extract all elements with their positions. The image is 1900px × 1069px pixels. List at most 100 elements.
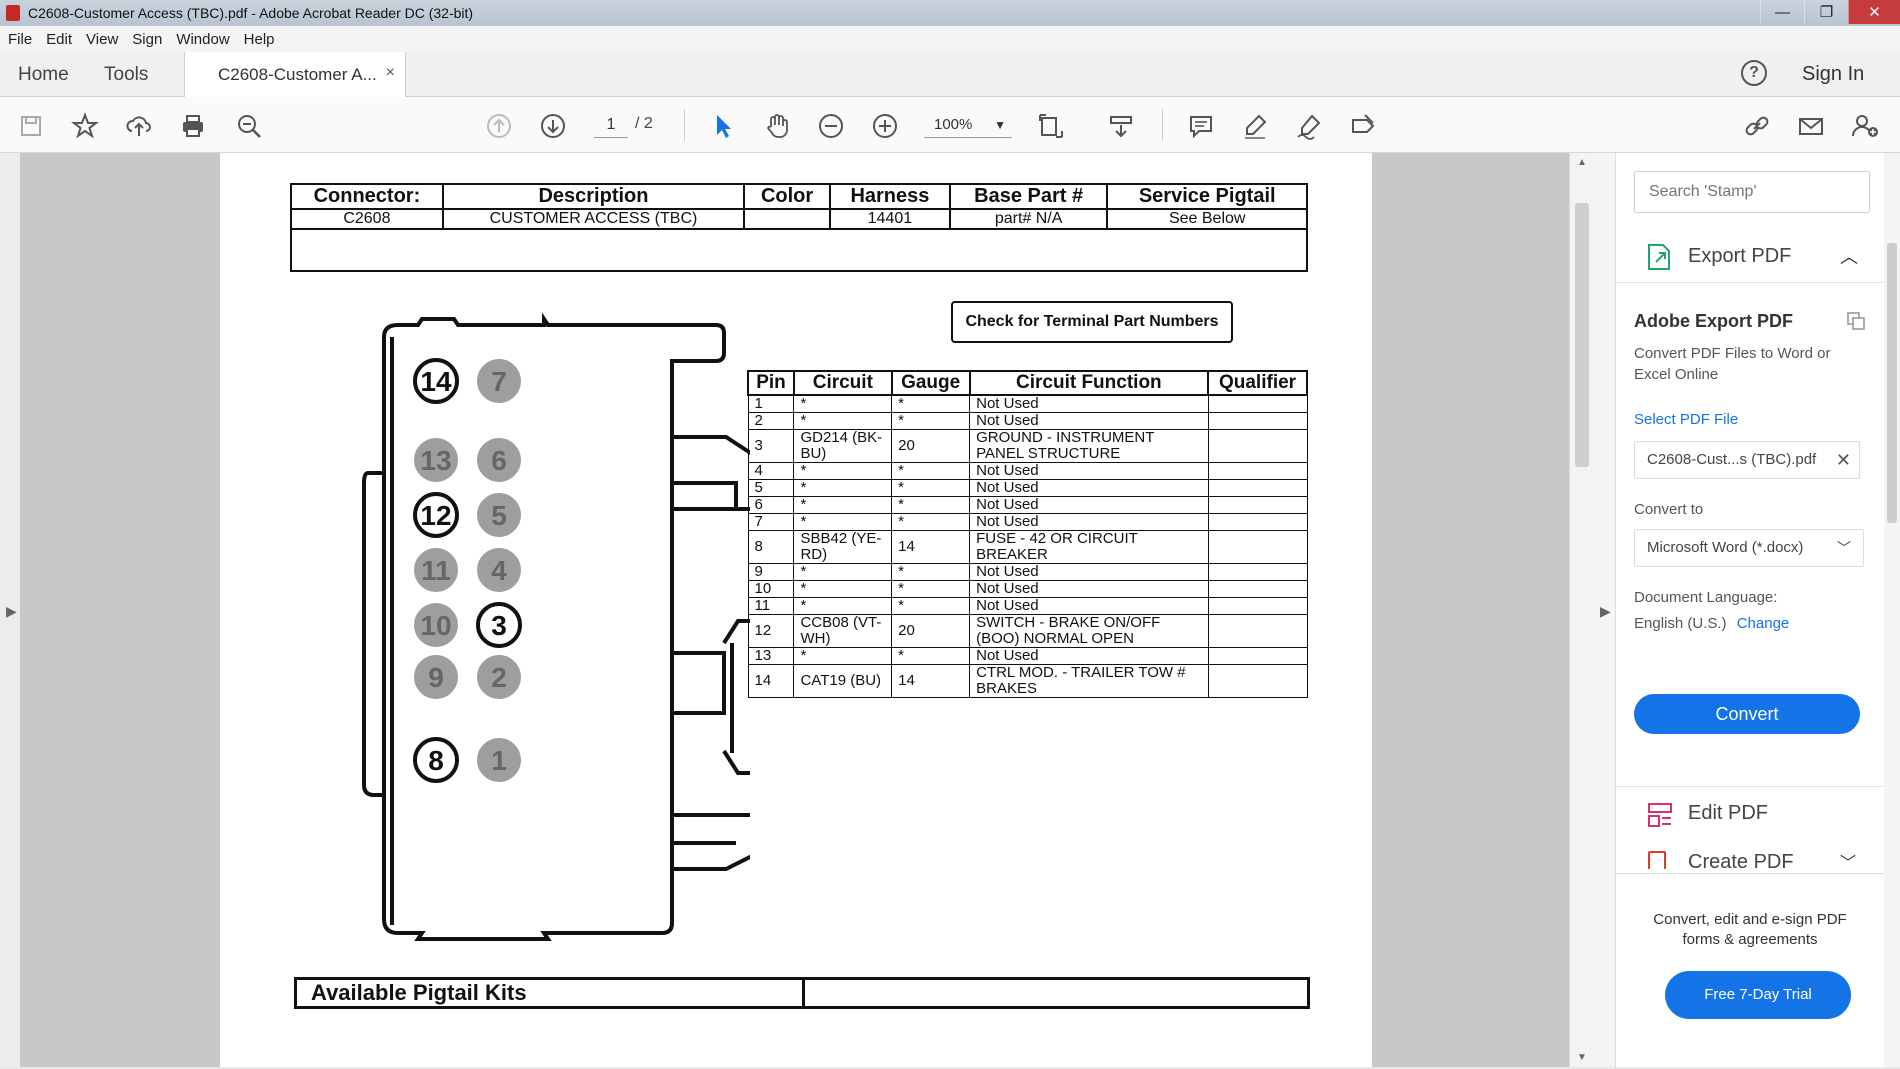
- convert-format-select[interactable]: Microsoft Word (*.docx) ﹀: [1634, 529, 1864, 567]
- pin-cell-circuit: *: [793, 513, 893, 531]
- previous-page-icon[interactable]: [484, 111, 514, 141]
- table-row: 14 CAT19 (BU) 14 CTRL MOD. - TRAILER TOW # …: [747, 664, 1308, 698]
- add-user-icon[interactable]: [1850, 111, 1880, 141]
- header-cell: part# N/A: [948, 208, 1109, 230]
- edit-pdf-tool[interactable]: Edit PDF: [1616, 786, 1884, 840]
- pin-cell-function: Not Used: [969, 580, 1209, 598]
- export-pdf-header[interactable]: Export PDF ︿: [1616, 229, 1884, 283]
- select-pdf-file-link[interactable]: Select PDF File: [1634, 411, 1738, 428]
- title-bar: C2608-Customer Access (TBC).pdf - Adobe …: [0, 0, 1900, 26]
- print-icon[interactable]: [178, 111, 208, 141]
- copy-icon[interactable]: [1846, 311, 1866, 331]
- pin-cell-circuit: *: [793, 462, 893, 480]
- scroll-mode-icon[interactable]: [1106, 111, 1136, 141]
- highlight-pen-icon[interactable]: [1240, 111, 1270, 141]
- pin-cell-gauge: 20: [891, 429, 971, 463]
- zoom-level-select[interactable]: 100% ▼: [924, 112, 1012, 138]
- pin-cell-pin: 6: [747, 496, 795, 514]
- connector-pin-label-4: 4: [491, 555, 507, 586]
- pin-cell-pin: 12: [747, 614, 795, 648]
- tab-home[interactable]: Home: [18, 64, 69, 86]
- pigtail-kits-table: Available Pigtail Kits: [294, 977, 1310, 1009]
- help-icon[interactable]: ?: [1741, 60, 1767, 86]
- document-scrollbar[interactable]: ▲ ▼: [1569, 153, 1594, 1067]
- collapse-panel-icon[interactable]: ▶: [1600, 603, 1611, 620]
- free-trial-button[interactable]: Free 7-Day Trial: [1665, 971, 1851, 1019]
- pdf-page: Connector: Description Color Harness Bas…: [220, 153, 1372, 1067]
- fill-sign-icon[interactable]: [1348, 111, 1378, 141]
- select-cursor-icon[interactable]: [708, 111, 738, 141]
- maximize-button[interactable]: ❐: [1804, 0, 1848, 24]
- menu-help[interactable]: Help: [244, 31, 275, 48]
- export-pdf-label: Export PDF: [1688, 245, 1792, 267]
- header-cell: 14401: [828, 208, 951, 230]
- tab-document[interactable]: C2608-Customer A... ×: [184, 52, 406, 97]
- menu-bar: File Edit View Sign Window Help: [0, 26, 1900, 52]
- tab-bar: Home Tools C2608-Customer A... × ? Sign …: [0, 52, 1900, 97]
- menu-file[interactable]: File: [8, 31, 32, 48]
- tab-tools[interactable]: Tools: [104, 64, 148, 86]
- toolbar-divider: [684, 109, 685, 141]
- zoom-level-value: 100%: [934, 116, 973, 133]
- header-col-description: Description: [441, 183, 746, 210]
- scroll-up-icon[interactable]: ▲: [1577, 157, 1587, 168]
- change-language-link[interactable]: Change: [1737, 615, 1790, 632]
- menu-sign[interactable]: Sign: [132, 31, 162, 48]
- table-row: 1 * * Not Used: [747, 394, 1308, 413]
- zoom-search-icon[interactable]: [234, 111, 264, 141]
- minimize-button[interactable]: —: [1760, 0, 1804, 24]
- scrollbar-thumb[interactable]: [1575, 203, 1589, 467]
- left-nav-strip[interactable]: ▶: [0, 153, 20, 1067]
- right-panel-toggle[interactable]: ▶: [1594, 153, 1616, 1067]
- comment-icon[interactable]: [1186, 111, 1216, 141]
- clear-file-icon[interactable]: ✕: [1836, 442, 1851, 478]
- pin-cell-pin: 3: [747, 429, 795, 463]
- create-pdf-tool[interactable]: Create PDF ﹀: [1616, 843, 1884, 869]
- pigtail-kits-label: Available Pigtail Kits: [297, 980, 805, 1006]
- sign-icon[interactable]: [1294, 111, 1324, 141]
- selected-file-field[interactable]: C2608-Cust...s (TBC).pdf ✕: [1634, 441, 1860, 479]
- scroll-down-icon[interactable]: ▼: [1577, 1052, 1587, 1063]
- connector-face-diagram: 14 13 12 11 10 9 8 7 6 5 4 3 2 1: [362, 313, 750, 941]
- pin-cell-gauge: *: [891, 496, 971, 514]
- close-window-button[interactable]: ✕: [1848, 0, 1900, 24]
- chevron-down-icon[interactable]: ﹀: [1840, 849, 1856, 869]
- page-number-input[interactable]: 1: [594, 112, 628, 138]
- pin-cell-circuit: *: [793, 496, 893, 514]
- menu-edit[interactable]: Edit: [46, 31, 72, 48]
- table-row: 13 * * Not Used: [747, 647, 1308, 665]
- pin-cell-qualifier: [1207, 394, 1308, 413]
- connector-header-table: Connector: Description Color Harness Bas…: [290, 183, 1308, 272]
- zoom-in-icon[interactable]: [870, 111, 900, 141]
- pin-cell-pin: 14: [747, 664, 795, 698]
- chevron-up-icon[interactable]: ︿: [1840, 243, 1858, 269]
- menu-view[interactable]: View: [86, 31, 118, 48]
- sign-in-button[interactable]: Sign In: [1802, 63, 1864, 86]
- close-tab-icon[interactable]: ×: [386, 64, 395, 82]
- document-language: English (U.S.) Change: [1634, 615, 1789, 632]
- pin-cell-qualifier: [1207, 614, 1308, 648]
- expand-left-panel-icon[interactable]: ▶: [6, 603, 17, 620]
- menu-window[interactable]: Window: [176, 31, 229, 48]
- share-link-icon[interactable]: [1742, 111, 1772, 141]
- create-pdf-icon: [1648, 851, 1666, 869]
- pin-col-circuit-function: Circuit Function: [968, 370, 1210, 396]
- pin-cell-gauge: *: [891, 563, 971, 581]
- next-page-icon[interactable]: [538, 111, 568, 141]
- save-icon[interactable]: [16, 111, 46, 141]
- pin-cell-circuit: *: [793, 394, 893, 413]
- toolbar-divider: [1162, 109, 1163, 141]
- check-terminal-part-numbers-button[interactable]: Check for Terminal Part Numbers: [951, 301, 1233, 343]
- tools-pane-scrollbar[interactable]: [1884, 153, 1900, 1067]
- pin-cell-function: Not Used: [969, 647, 1209, 665]
- bookmark-star-icon[interactable]: [70, 111, 100, 141]
- search-stamp-input[interactable]: [1634, 171, 1870, 213]
- email-icon[interactable]: [1796, 111, 1826, 141]
- zoom-out-icon[interactable]: [816, 111, 846, 141]
- tools-pane-scroll-thumb[interactable]: [1887, 243, 1897, 523]
- hand-tool-icon[interactable]: [762, 111, 792, 141]
- pin-cell-qualifier: [1207, 412, 1308, 430]
- cloud-upload-icon[interactable]: [124, 111, 154, 141]
- fit-page-icon[interactable]: [1036, 111, 1066, 141]
- convert-button[interactable]: Convert: [1634, 694, 1860, 734]
